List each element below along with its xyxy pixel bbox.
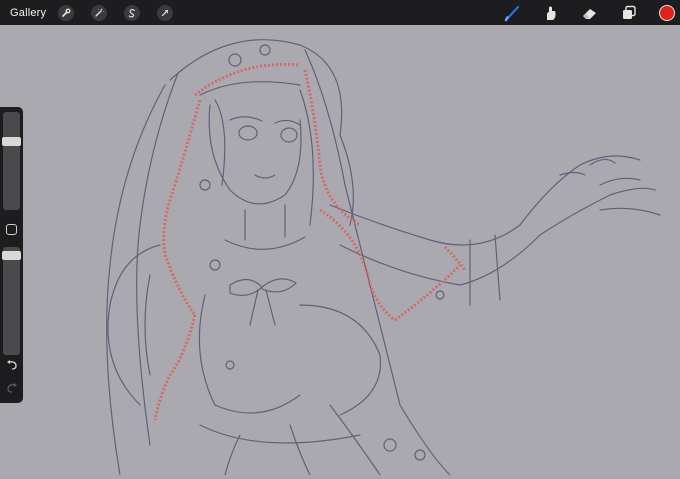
gallery-button[interactable]: Gallery: [10, 7, 46, 19]
modifier-square-icon[interactable]: [6, 224, 17, 235]
brush-size-thumb[interactable]: [2, 137, 21, 146]
left-sidebar: [0, 107, 23, 403]
transform-button[interactable]: [157, 4, 174, 21]
actions-button[interactable]: [58, 4, 75, 21]
selection-icon: [128, 8, 136, 17]
layers-icon: [623, 5, 636, 19]
undo-button[interactable]: [5, 359, 19, 371]
drawing-canvas[interactable]: [0, 25, 680, 476]
redo-button[interactable]: [5, 382, 19, 394]
brush-icon: [504, 5, 520, 21]
magic-wand-icon: [95, 8, 104, 17]
opacity-slider[interactable]: [2, 247, 21, 355]
erase-button[interactable]: [581, 4, 599, 22]
undo-icon: [7, 360, 17, 370]
smudge-button[interactable]: [542, 4, 560, 22]
paint-button[interactable]: [503, 4, 521, 22]
eraser-icon: [583, 8, 596, 19]
layers-button[interactable]: [620, 4, 638, 22]
right-toolbar: [503, 0, 680, 25]
adjustments-button[interactable]: [91, 4, 108, 21]
toolbar: Gallery: [0, 0, 680, 25]
transform-arrow-icon: [162, 9, 169, 16]
opacity-thumb[interactable]: [2, 251, 21, 260]
redo-icon: [7, 383, 17, 393]
brush-size-slider[interactable]: [2, 112, 21, 210]
sketch-artwork: [106, 39, 661, 476]
selection-button[interactable]: [124, 4, 141, 21]
smudge-icon: [547, 6, 556, 20]
wrench-icon: [62, 8, 71, 17]
color-picker-button[interactable]: [659, 4, 675, 21]
